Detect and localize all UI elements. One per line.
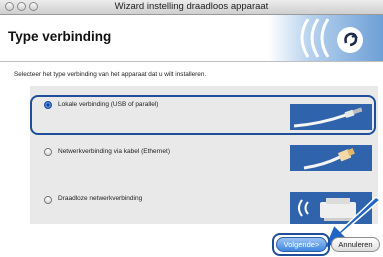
cancel-button[interactable]: Annuleren [331,237,380,252]
title-bar: Wizard instelling draadloos apparaat [0,0,383,15]
option-label: Draadloze netwerkverbinding [58,195,143,202]
radio-wireless-network[interactable] [44,196,52,204]
ethernet-cable-image [290,145,372,171]
window-title: Wizard instelling draadloos apparaat [114,1,269,12]
wizard-header: Type verbinding [0,15,383,62]
selected-option-highlight [30,95,376,135]
option-wired-network[interactable]: Netwerkverbinding via kabel (Ethernet) [30,138,378,182]
radio-wired-network[interactable] [44,148,52,156]
option-label: Netwerkverbinding via kabel (Ethernet) [58,148,170,155]
wireless-logo-icon [268,15,383,61]
next-button[interactable]: Volgende> [276,237,327,252]
wizard-window: Wizard instelling draadloos apparaat Typ… [0,0,383,257]
instruction-text: Selecteer het type verbinding van het ap… [14,71,207,78]
page-title: Type verbinding [8,29,112,44]
